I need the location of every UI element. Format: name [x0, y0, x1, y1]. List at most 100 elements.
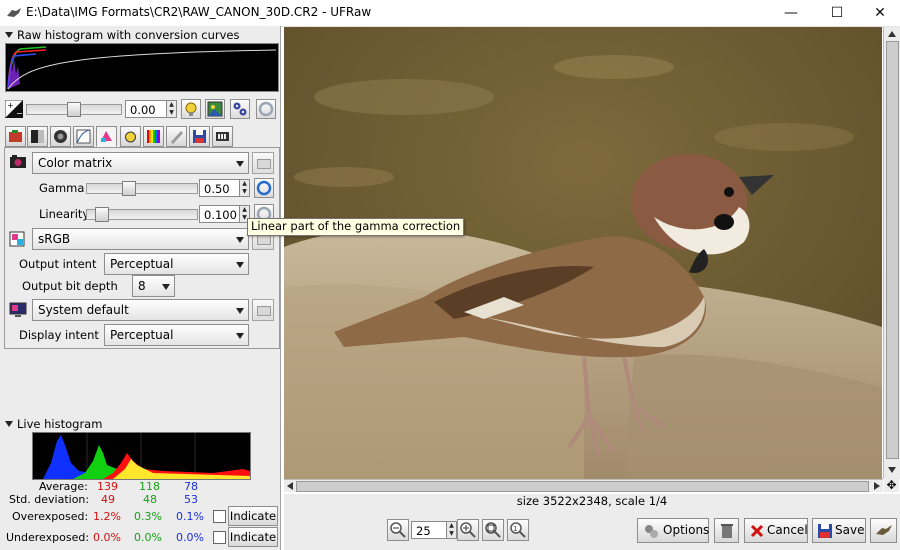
bit-depth-select[interactable]: 8: [132, 275, 175, 297]
output-profile-select[interactable]: sRGB: [32, 228, 249, 250]
auto-exposure-button[interactable]: [181, 99, 201, 119]
tab-exif[interactable]: [212, 126, 233, 147]
zoom-100-button[interactable]: 1: [507, 519, 529, 541]
exposure-icon: + −: [5, 100, 23, 118]
overexposed-indicate-checkbox[interactable]: [213, 510, 226, 523]
tab-grayscale[interactable]: [27, 126, 48, 147]
linearity-slider[interactable]: [86, 207, 198, 222]
tab-lens[interactable]: [50, 126, 71, 147]
tab-color-adjustment[interactable]: [143, 126, 164, 147]
save-icon: [818, 524, 832, 538]
svg-text:+: +: [7, 101, 14, 110]
gamma-label: Gamma: [39, 181, 85, 195]
underexposed-indicate-button[interactable]: Indicate: [228, 527, 278, 547]
grayscale-tab-icon: [31, 130, 44, 143]
gamma-spin-arrows[interactable]: ▲ ▼: [239, 179, 250, 197]
brush-tab-icon: [171, 131, 183, 144]
reset-exposure-button[interactable]: [256, 99, 276, 119]
zoom-in-icon: [460, 522, 476, 538]
exposure-slider[interactable]: [26, 102, 122, 117]
title-bar: E:\Data\IMG Formats\CR2\RAW_CANON_30D.CR…: [0, 0, 900, 27]
expander-arrow-icon: [5, 421, 13, 427]
vertical-scroll-thumb[interactable]: [886, 41, 899, 459]
trash-icon: [721, 524, 733, 538]
tab-corrections[interactable]: [166, 126, 187, 147]
gamma-slider[interactable]: [86, 181, 198, 196]
chevron-down-icon: [236, 161, 244, 167]
light-tab-icon: [125, 131, 136, 143]
display-intent-select[interactable]: Perceptual: [104, 324, 249, 346]
chevron-down-icon: [162, 284, 170, 290]
raw-histogram-expander[interactable]: Raw histogram with conversion curves: [2, 28, 240, 42]
image-horizontal-scrollbar[interactable]: [284, 479, 883, 492]
maximize-button[interactable]: ☐: [814, 0, 860, 26]
output-profile-icon: [9, 231, 25, 247]
display-intent-value: Perceptual: [110, 328, 174, 342]
navigate-icon[interactable]: ✥: [884, 479, 899, 492]
image-size-status: size 3522x2348, scale 1/4: [284, 494, 900, 510]
zoom-out-icon: [390, 522, 406, 538]
live-histogram-expander[interactable]: Live histogram: [2, 417, 102, 431]
underexposed-green: 0.0%: [134, 531, 162, 544]
overexposed-green: 0.3%: [134, 510, 162, 523]
film-tab-icon: [216, 132, 229, 141]
settings-button[interactable]: [230, 99, 250, 119]
display-profile-open-button[interactable]: [252, 299, 274, 321]
average-label: Average:: [39, 480, 88, 493]
overexposed-blue: 0.1%: [176, 510, 204, 523]
linearity-spin-input[interactable]: 0.100: [199, 205, 240, 223]
zoom-spin-arrows[interactable]: ▲ ▼: [446, 521, 457, 539]
scroll-right-icon[interactable]: [874, 482, 880, 490]
tab-light-adjustment[interactable]: [120, 126, 141, 147]
delete-button[interactable]: [714, 518, 739, 543]
tab-raw[interactable]: [5, 126, 26, 147]
input-profile-open-button[interactable]: [252, 152, 274, 174]
cancel-button[interactable]: Cancel: [744, 518, 808, 543]
underexposed-red: 0.0%: [93, 531, 121, 544]
linearity-slider-thumb[interactable]: [95, 207, 109, 222]
output-intent-select[interactable]: Perceptual: [104, 253, 249, 275]
display-profile-select[interactable]: System default: [32, 299, 249, 321]
underexposed-indicate-checkbox[interactable]: [213, 531, 226, 544]
display-image-button[interactable]: [205, 99, 225, 119]
tab-save[interactable]: [189, 126, 210, 147]
minimize-button[interactable]: —: [768, 0, 814, 26]
gears-icon: [233, 102, 247, 116]
stddev-red: 49: [101, 493, 115, 506]
save-button[interactable]: Save: [812, 518, 866, 543]
gamma-slider-thumb[interactable]: [122, 181, 136, 196]
tab-base-curve[interactable]: [73, 126, 94, 147]
lens-tab-icon: [54, 130, 67, 143]
scroll-down-icon[interactable]: [888, 467, 896, 473]
tab-color-management[interactable]: [96, 126, 117, 147]
exposure-spin-input[interactable]: 0.00: [125, 100, 167, 118]
raw-histogram-label: Raw histogram with conversion curves: [17, 28, 240, 42]
exposure-slider-thumb[interactable]: [67, 102, 81, 117]
horizontal-scroll-thumb[interactable]: [296, 481, 869, 492]
zoom-fit-button[interactable]: [482, 519, 504, 541]
zoom-input[interactable]: 25: [411, 521, 447, 539]
stddev-label: Std. deviation:: [9, 493, 90, 506]
zoom-actual-size-icon: 1: [510, 522, 526, 538]
overexposed-indicate-button[interactable]: Indicate: [228, 506, 278, 526]
options-button[interactable]: Options: [637, 518, 709, 543]
monitor-icon: [9, 302, 27, 317]
bottom-toolbar: 25 ▲ ▼ 1 Options Cancel Save: [284, 510, 900, 550]
refresh-icon: [256, 180, 272, 196]
input-profile-select[interactable]: Color matrix: [32, 152, 249, 174]
send-to-gimp-button[interactable]: [870, 518, 897, 543]
underexposed-label: Underexposed:: [6, 531, 90, 544]
scroll-up-icon[interactable]: [888, 31, 896, 37]
overexposed-label: Overexposed:: [12, 510, 89, 523]
close-button[interactable]: ✕: [860, 0, 900, 26]
image-icon: [207, 101, 223, 117]
zoom-in-button[interactable]: [457, 519, 479, 541]
exposure-spin-arrows[interactable]: ▲ ▼: [166, 100, 177, 118]
zoom-out-button[interactable]: [387, 519, 409, 541]
gamma-reset-button[interactable]: [254, 178, 274, 198]
sparrow-photo: [284, 27, 882, 479]
gamma-spin-input[interactable]: 0.50: [199, 179, 240, 197]
image-preview[interactable]: [284, 27, 882, 479]
image-vertical-scrollbar[interactable]: [883, 27, 900, 479]
scroll-left-icon[interactable]: [287, 482, 293, 490]
